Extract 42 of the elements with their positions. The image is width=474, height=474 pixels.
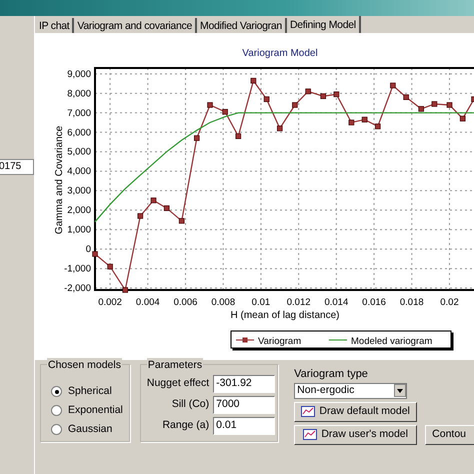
y-tick-label: 7,000 xyxy=(67,108,91,119)
radio-label: Exponential xyxy=(68,402,123,418)
x-tick-label: 0.016 xyxy=(362,297,386,308)
x-tick-label: 0.014 xyxy=(324,297,348,308)
y-tick-label: 1,000 xyxy=(67,224,91,236)
x-tick-label: 0.004 xyxy=(136,297,160,308)
x-tick-label: 0.012 xyxy=(286,297,311,308)
field-label: Sill (Co) xyxy=(172,397,210,412)
y-tick-label: 5,000 xyxy=(67,146,91,158)
legend-label: Modeled variogram xyxy=(351,336,432,347)
draw-button[interactable]: Contou xyxy=(425,424,474,444)
input-field[interactable]: 7000 xyxy=(213,396,276,414)
input-field[interactable]: 0.01 xyxy=(213,417,276,435)
y-tick-label: 0 xyxy=(86,244,91,256)
input-field[interactable]: -301.92 xyxy=(213,375,276,393)
draw-button[interactable]: Draw default model xyxy=(294,402,418,422)
field-label: Nugget effect xyxy=(146,376,210,392)
x-axis-title: H (mean of lag distance) xyxy=(230,310,340,321)
x-tick-label: 0.002 xyxy=(98,297,122,308)
dropdown[interactable]: Non-ergodic xyxy=(294,382,408,398)
y-tick-label: 8,000 xyxy=(67,88,91,100)
y-axis-title: Gamma and Covariance xyxy=(54,126,65,234)
legend-label: Variogram xyxy=(258,336,302,347)
field-label: Variogram type xyxy=(294,367,369,382)
radio-label: Gaussian xyxy=(68,422,112,436)
y-tick-label: 4,000 xyxy=(67,166,91,178)
x-tick-label: 0.018 xyxy=(400,297,424,308)
y-tick-label: 3,000 xyxy=(67,186,91,197)
y-tick-label: 6,000 xyxy=(67,127,91,138)
y-tick-label: -2,000 xyxy=(64,283,91,294)
x-tick-label: 0.006 xyxy=(174,297,198,308)
x-tick-label: 0.008 xyxy=(211,297,236,308)
y-tick-label: -1,000 xyxy=(64,264,91,275)
dropdown-value: Non-ergodic xyxy=(297,382,354,398)
draw-button[interactable]: Draw user's model xyxy=(294,424,418,444)
y-tick-label: 2,000 xyxy=(67,205,91,216)
chart-title: Variogram Model xyxy=(242,48,318,59)
radio-label: Spherical xyxy=(68,384,112,399)
field-label: Range (a) xyxy=(162,418,210,434)
x-tick-label: 0.02 xyxy=(440,297,459,308)
y-tick-label: 9,000 xyxy=(67,68,91,80)
x-tick-label: 0.01 xyxy=(252,297,270,308)
